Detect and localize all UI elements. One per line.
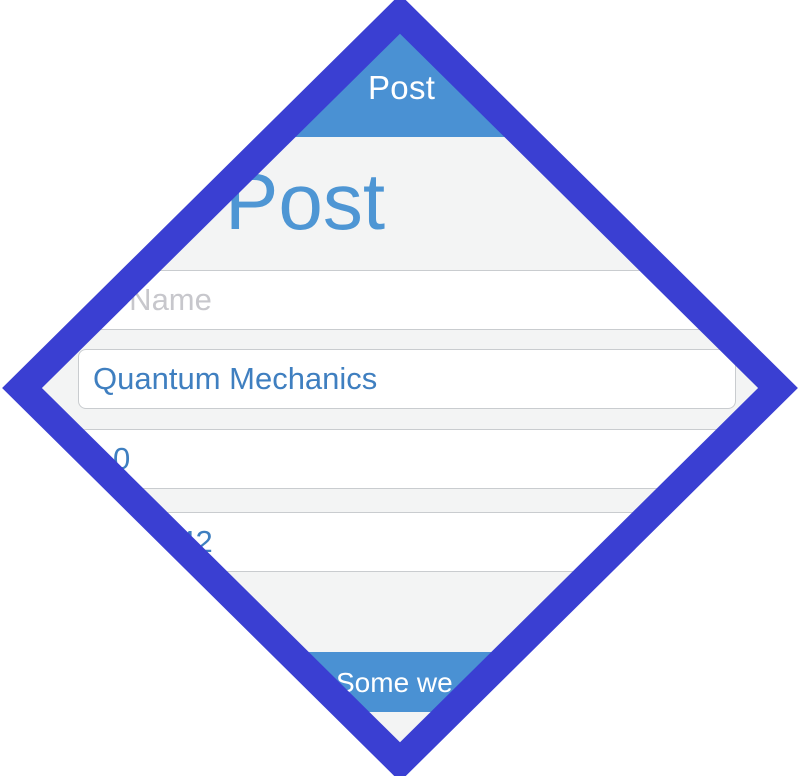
- phone-screen: Post w Post ur Name Quantum Mechanics 0 …: [37, 28, 763, 749]
- fourth-field-value: 042: [161, 524, 213, 559]
- stage: Post w Post ur Name Quantum Mechanics 0 …: [0, 0, 799, 776]
- title-field[interactable]: Quantum Mechanics: [78, 349, 736, 409]
- nav-title: Post: [368, 69, 436, 106]
- name-placeholder: ur Name: [93, 282, 212, 317]
- name-field[interactable]: ur Name: [78, 270, 736, 330]
- fourth-field[interactable]: 042: [78, 512, 736, 572]
- third-field[interactable]: 0: [78, 429, 736, 489]
- title-value: Quantum Mechanics: [93, 361, 378, 396]
- page-title: w Post: [145, 157, 386, 246]
- third-field-value: 0: [113, 441, 131, 476]
- navigation-bar: Post: [37, 28, 763, 137]
- submit-button[interactable]: Some we: [78, 652, 736, 712]
